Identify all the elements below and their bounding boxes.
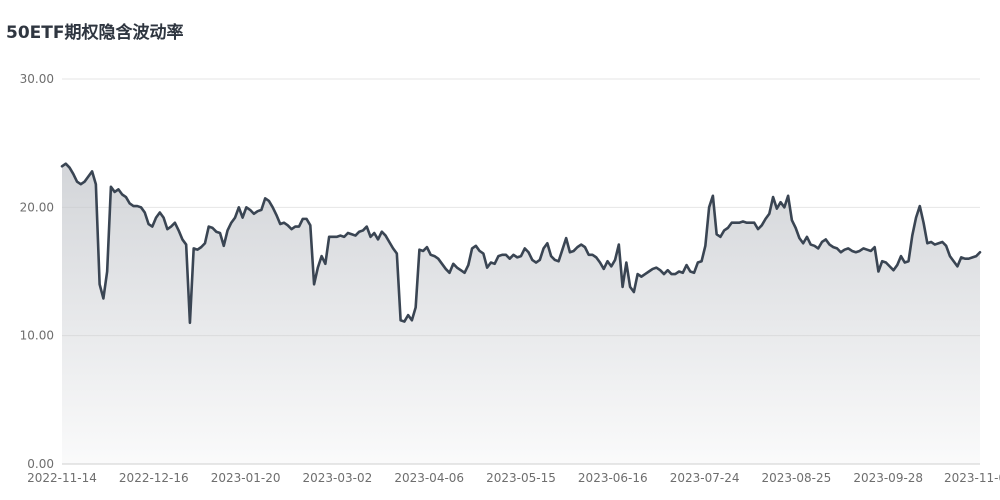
- x-tick-label: 2023-05-15: [486, 471, 556, 485]
- x-tick-label: 2023-03-02: [303, 471, 373, 485]
- implied-volatility-chart: 0.00 10.00 20.00 30.00 2022-11-14 2022-12-16…: [20, 72, 1000, 485]
- x-tick-label: 2023-07-24: [670, 471, 740, 485]
- x-tick-label: 2023-09-28: [853, 471, 923, 485]
- x-tick-label: 2023-11-0: [944, 471, 1000, 485]
- volatility-area: [62, 163, 980, 464]
- y-tick-label: 20.00: [20, 200, 54, 214]
- y-tick-label: 0.00: [27, 457, 54, 471]
- y-tick-label: 10.00: [20, 329, 54, 343]
- x-tick-label: 2023-06-16: [578, 471, 648, 485]
- x-tick-label: 2023-01-20: [211, 471, 281, 485]
- x-tick-label: 2022-11-14: [27, 471, 97, 485]
- x-tick-label: 2023-04-06: [394, 471, 464, 485]
- x-tick-label: 2022-12-16: [119, 471, 189, 485]
- y-tick-label: 30.00: [20, 72, 54, 86]
- x-axis-ticks: 2022-11-14 2022-12-16 2023-01-20 2023-03-02…: [27, 471, 1000, 485]
- y-axis-ticks: 0.00 10.00 20.00 30.00: [20, 72, 54, 471]
- x-tick-label: 2023-08-25: [762, 471, 832, 485]
